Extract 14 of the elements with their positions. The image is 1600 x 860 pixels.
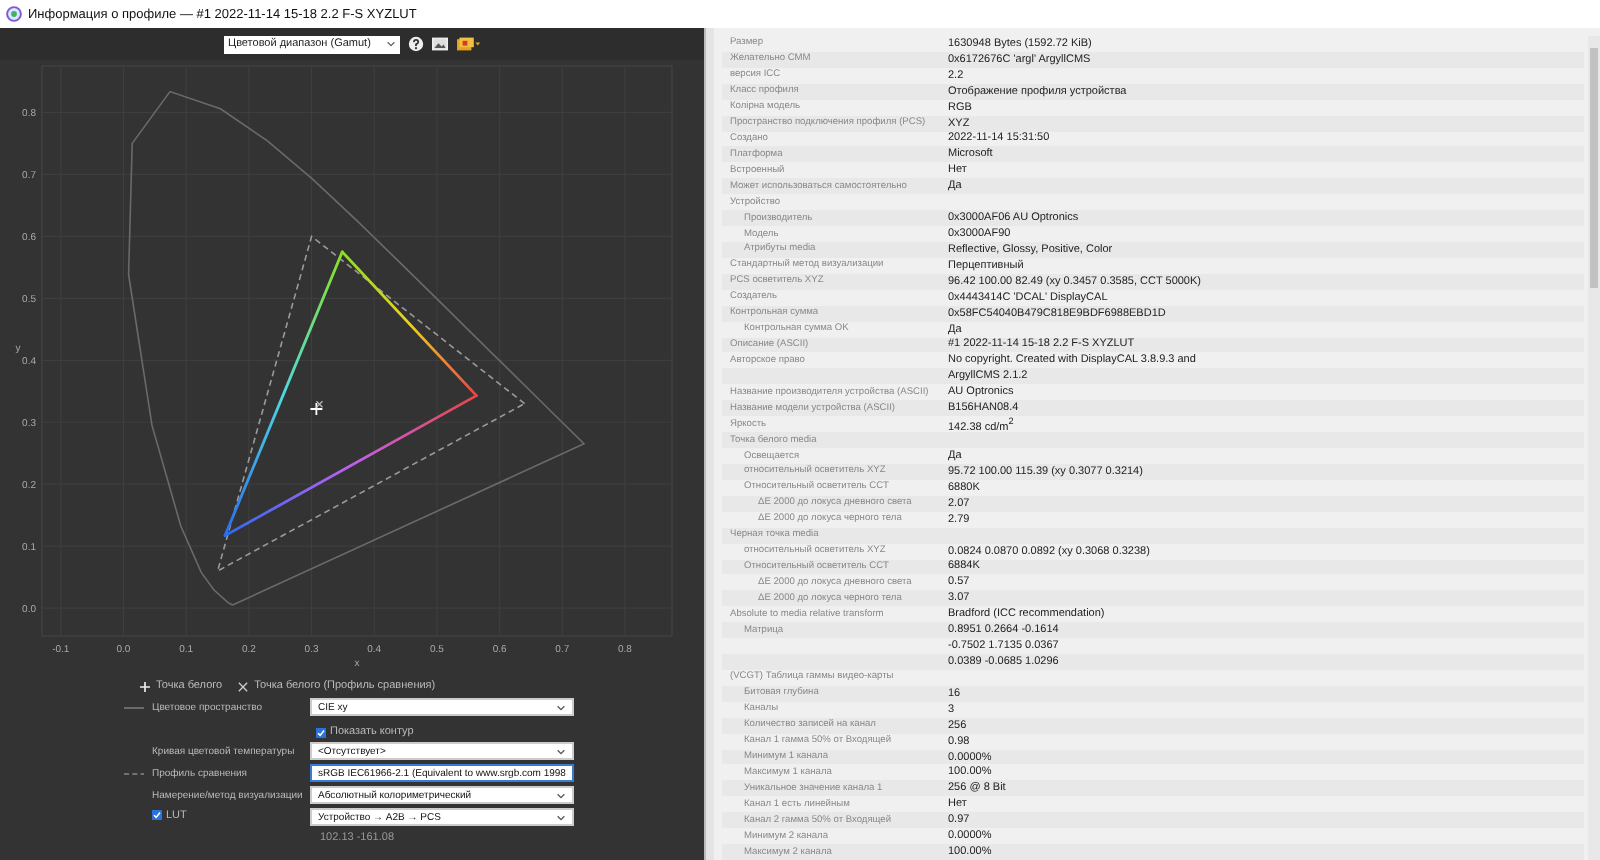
app-icon bbox=[6, 6, 22, 22]
image-icon[interactable] bbox=[432, 36, 448, 52]
cross-icon bbox=[238, 681, 249, 691]
folder-menu-icon[interactable] bbox=[456, 36, 482, 52]
dashed-line-icon bbox=[124, 769, 144, 777]
checkbox-icon[interactable] bbox=[152, 810, 162, 821]
scrollbar[interactable] bbox=[1588, 36, 1600, 860]
cross-marker bbox=[315, 400, 324, 408]
solid-line-icon bbox=[124, 703, 144, 711]
splitter-handle[interactable] bbox=[704, 28, 714, 860]
plus-marker bbox=[309, 402, 324, 416]
checkbox-icon[interactable] bbox=[316, 727, 326, 737]
help-icon[interactable] bbox=[408, 36, 424, 52]
plus-icon bbox=[140, 681, 150, 691]
